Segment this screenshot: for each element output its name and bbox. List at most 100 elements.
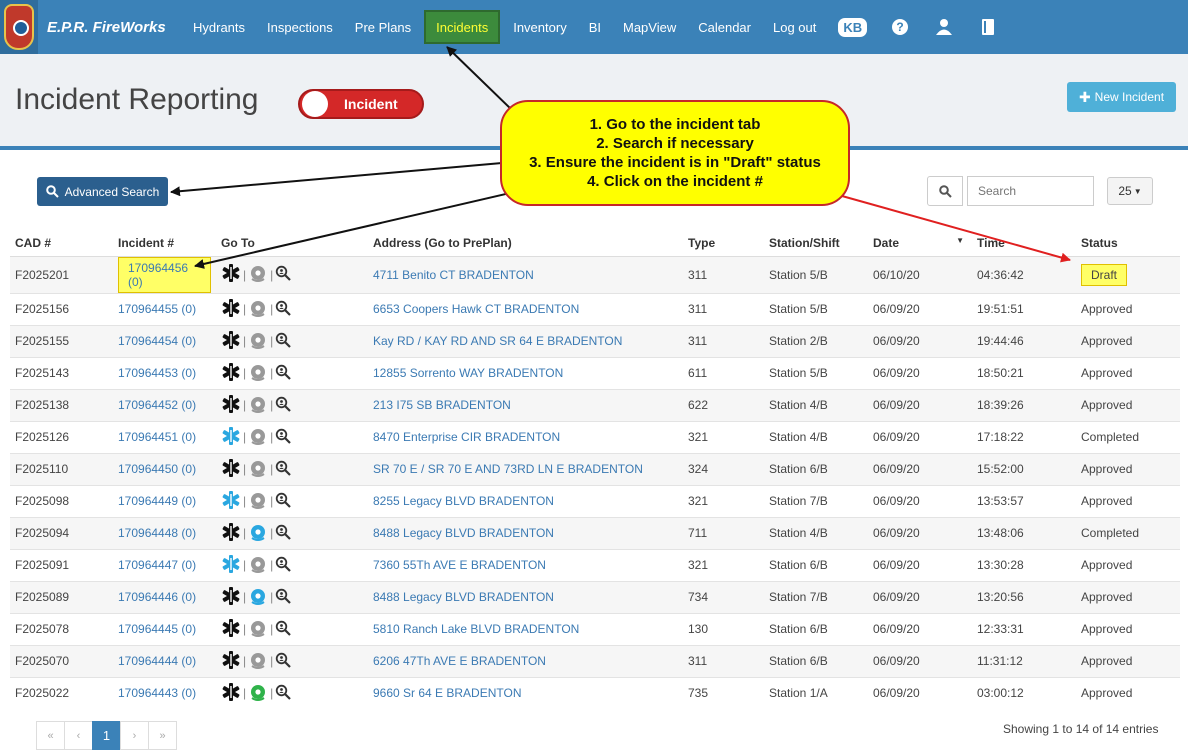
- page-size-dropdown[interactable]: 25 ▼: [1107, 177, 1153, 205]
- preplan-search-icon[interactable]: [275, 684, 292, 703]
- ems-star-icon[interactable]: [221, 554, 241, 577]
- ems-star-icon[interactable]: [221, 330, 241, 353]
- table-row[interactable]: F2025155 170964454 (0) | | Kay RD / KAY RD A…: [10, 324, 1180, 357]
- ems-star-icon[interactable]: [221, 458, 241, 481]
- preplan-search-icon[interactable]: [275, 300, 292, 319]
- address-link[interactable]: Kay RD / KAY RD AND SR 64 E BRADENTON: [373, 334, 622, 348]
- app-brand[interactable]: E.P.R. FireWorks: [47, 19, 182, 36]
- col-incident[interactable]: Incident #: [113, 230, 216, 257]
- hydrant-icon[interactable]: [248, 554, 268, 577]
- page-last-button[interactable]: »: [148, 721, 177, 750]
- col-status[interactable]: Status: [1076, 230, 1180, 257]
- address-link[interactable]: 7360 55Th AVE E BRADENTON: [373, 558, 546, 572]
- hydrant-icon[interactable]: [248, 330, 268, 353]
- address-link[interactable]: 8488 Legacy BLVD BRADENTON: [373, 526, 554, 540]
- hydrant-icon[interactable]: [248, 298, 268, 321]
- hydrant-icon[interactable]: [248, 362, 268, 385]
- table-row[interactable]: F2025091 170964447 (0) | | 7360 55Th AVE E B…: [10, 548, 1180, 581]
- incident-number-link[interactable]: 170964449 (0): [118, 494, 196, 508]
- nav-inspections[interactable]: Inspections: [256, 0, 344, 54]
- ems-star-icon[interactable]: [221, 618, 241, 641]
- table-row[interactable]: F2025156 170964455 (0) | | 6653 Coopers Hawk…: [10, 292, 1180, 325]
- nav-pre-plans[interactable]: Pre Plans: [344, 0, 422, 54]
- ems-star-icon[interactable]: [221, 650, 241, 673]
- table-row[interactable]: F2025201 170964456 (0) | | 4711 Benito CT BR…: [10, 255, 1180, 293]
- incident-number-link[interactable]: 170964450 (0): [118, 462, 196, 476]
- incident-number-link[interactable]: 170964445 (0): [118, 622, 196, 636]
- help-button[interactable]: ?: [878, 0, 922, 54]
- table-row[interactable]: F2025089 170964446 (0) | | 8488 Legacy BLVD …: [10, 580, 1180, 613]
- hydrant-icon[interactable]: [248, 394, 268, 417]
- hydrant-icon[interactable]: [248, 586, 268, 609]
- incident-number-link[interactable]: 170964456 (0): [118, 256, 211, 293]
- incident-number-link[interactable]: 170964448 (0): [118, 526, 196, 540]
- incident-number-link[interactable]: 170964451 (0): [118, 430, 196, 444]
- incident-number-link[interactable]: 170964453 (0): [118, 366, 196, 380]
- hydrant-icon[interactable]: [248, 650, 268, 673]
- preplan-search-icon[interactable]: [275, 460, 292, 479]
- incident-number-link[interactable]: 170964444 (0): [118, 654, 196, 668]
- address-link[interactable]: 8488 Legacy BLVD BRADENTON: [373, 590, 554, 604]
- nav-hydrants[interactable]: Hydrants: [182, 0, 256, 54]
- hydrant-icon[interactable]: [248, 522, 268, 545]
- table-row[interactable]: F2025070 170964444 (0) | | 6206 47Th AVE E B…: [10, 644, 1180, 677]
- address-link[interactable]: 12855 Sorrento WAY BRADENTON: [373, 366, 563, 380]
- ems-star-icon[interactable]: [221, 426, 241, 449]
- nav-incidents[interactable]: Incidents: [424, 10, 501, 44]
- preplan-search-icon[interactable]: [275, 332, 292, 351]
- nav-calendar[interactable]: Calendar: [687, 0, 762, 54]
- incident-number-link[interactable]: 170964446 (0): [118, 590, 196, 604]
- hydrant-icon[interactable]: [248, 458, 268, 481]
- address-link[interactable]: 8470 Enterprise CIR BRADENTON: [373, 430, 560, 444]
- preplan-search-icon[interactable]: [275, 588, 292, 607]
- preplan-search-icon[interactable]: [275, 265, 292, 284]
- ems-star-icon[interactable]: [221, 298, 241, 321]
- incident-number-link[interactable]: 170964443 (0): [118, 686, 196, 700]
- preplan-search-icon[interactable]: [275, 396, 292, 415]
- preplan-search-icon[interactable]: [275, 524, 292, 543]
- incident-toggle[interactable]: Incident: [298, 89, 424, 119]
- page-prev-button[interactable]: ‹: [64, 721, 93, 750]
- col-cad[interactable]: CAD #: [10, 230, 113, 257]
- table-row[interactable]: F2025094 170964448 (0) | | 8488 Legacy BLVD …: [10, 516, 1180, 549]
- user-badge[interactable]: KB: [827, 0, 878, 54]
- ems-star-icon[interactable]: [221, 263, 241, 286]
- preplan-search-icon[interactable]: [275, 620, 292, 639]
- hydrant-icon[interactable]: [248, 618, 268, 641]
- address-link[interactable]: 213 I75 SB BRADENTON: [373, 398, 511, 412]
- address-link[interactable]: 6653 Coopers Hawk CT BRADENTON: [373, 302, 579, 316]
- ems-star-icon[interactable]: [221, 522, 241, 545]
- incident-number-link[interactable]: 170964452 (0): [118, 398, 196, 412]
- table-row[interactable]: F2025110 170964450 (0) | | SR 70 E / SR 70 E…: [10, 452, 1180, 485]
- address-link[interactable]: 4711 Benito CT BRADENTON: [373, 268, 534, 282]
- ems-star-icon[interactable]: [221, 362, 241, 385]
- table-row[interactable]: F2025022 170964443 (0) | | 9660 Sr 64 E BRAD…: [10, 676, 1180, 709]
- incident-number-link[interactable]: 170964455 (0): [118, 302, 196, 316]
- col-goto[interactable]: Go To: [216, 230, 368, 257]
- col-time[interactable]: Time: [972, 230, 1076, 257]
- hydrant-icon[interactable]: [248, 426, 268, 449]
- fire-department-logo[interactable]: [0, 0, 38, 54]
- hydrant-icon[interactable]: [248, 682, 268, 705]
- preplan-search-icon[interactable]: [275, 556, 292, 575]
- table-row[interactable]: F2025098 170964449 (0) | | 8255 Legacy BLVD …: [10, 484, 1180, 517]
- table-row[interactable]: F2025143 170964453 (0) | | 12855 Sorrento WA…: [10, 356, 1180, 389]
- search-input[interactable]: [967, 176, 1094, 206]
- page-next-button[interactable]: ›: [120, 721, 149, 750]
- col-date[interactable]: Date ▼: [868, 230, 972, 257]
- hydrant-icon[interactable]: [248, 263, 268, 286]
- address-link[interactable]: 8255 Legacy BLVD BRADENTON: [373, 494, 554, 508]
- col-address[interactable]: Address (Go to PrePlan): [368, 230, 683, 257]
- hydrant-icon[interactable]: [248, 490, 268, 513]
- page-first-button[interactable]: «: [36, 721, 65, 750]
- col-type[interactable]: Type: [683, 230, 764, 257]
- nav-inventory[interactable]: Inventory: [502, 0, 577, 54]
- ems-star-icon[interactable]: [221, 682, 241, 705]
- ems-star-icon[interactable]: [221, 394, 241, 417]
- table-row[interactable]: F2025078 170964445 (0) | | 5810 Ranch Lake B…: [10, 612, 1180, 645]
- preplan-search-icon[interactable]: [275, 652, 292, 671]
- search-submit-button[interactable]: [927, 176, 963, 206]
- address-link[interactable]: SR 70 E / SR 70 E AND 73RD LN E BRADENTO…: [373, 462, 643, 476]
- table-row[interactable]: F2025138 170964452 (0) | | 213 I75 SB BRADEN…: [10, 388, 1180, 421]
- preplan-search-icon[interactable]: [275, 428, 292, 447]
